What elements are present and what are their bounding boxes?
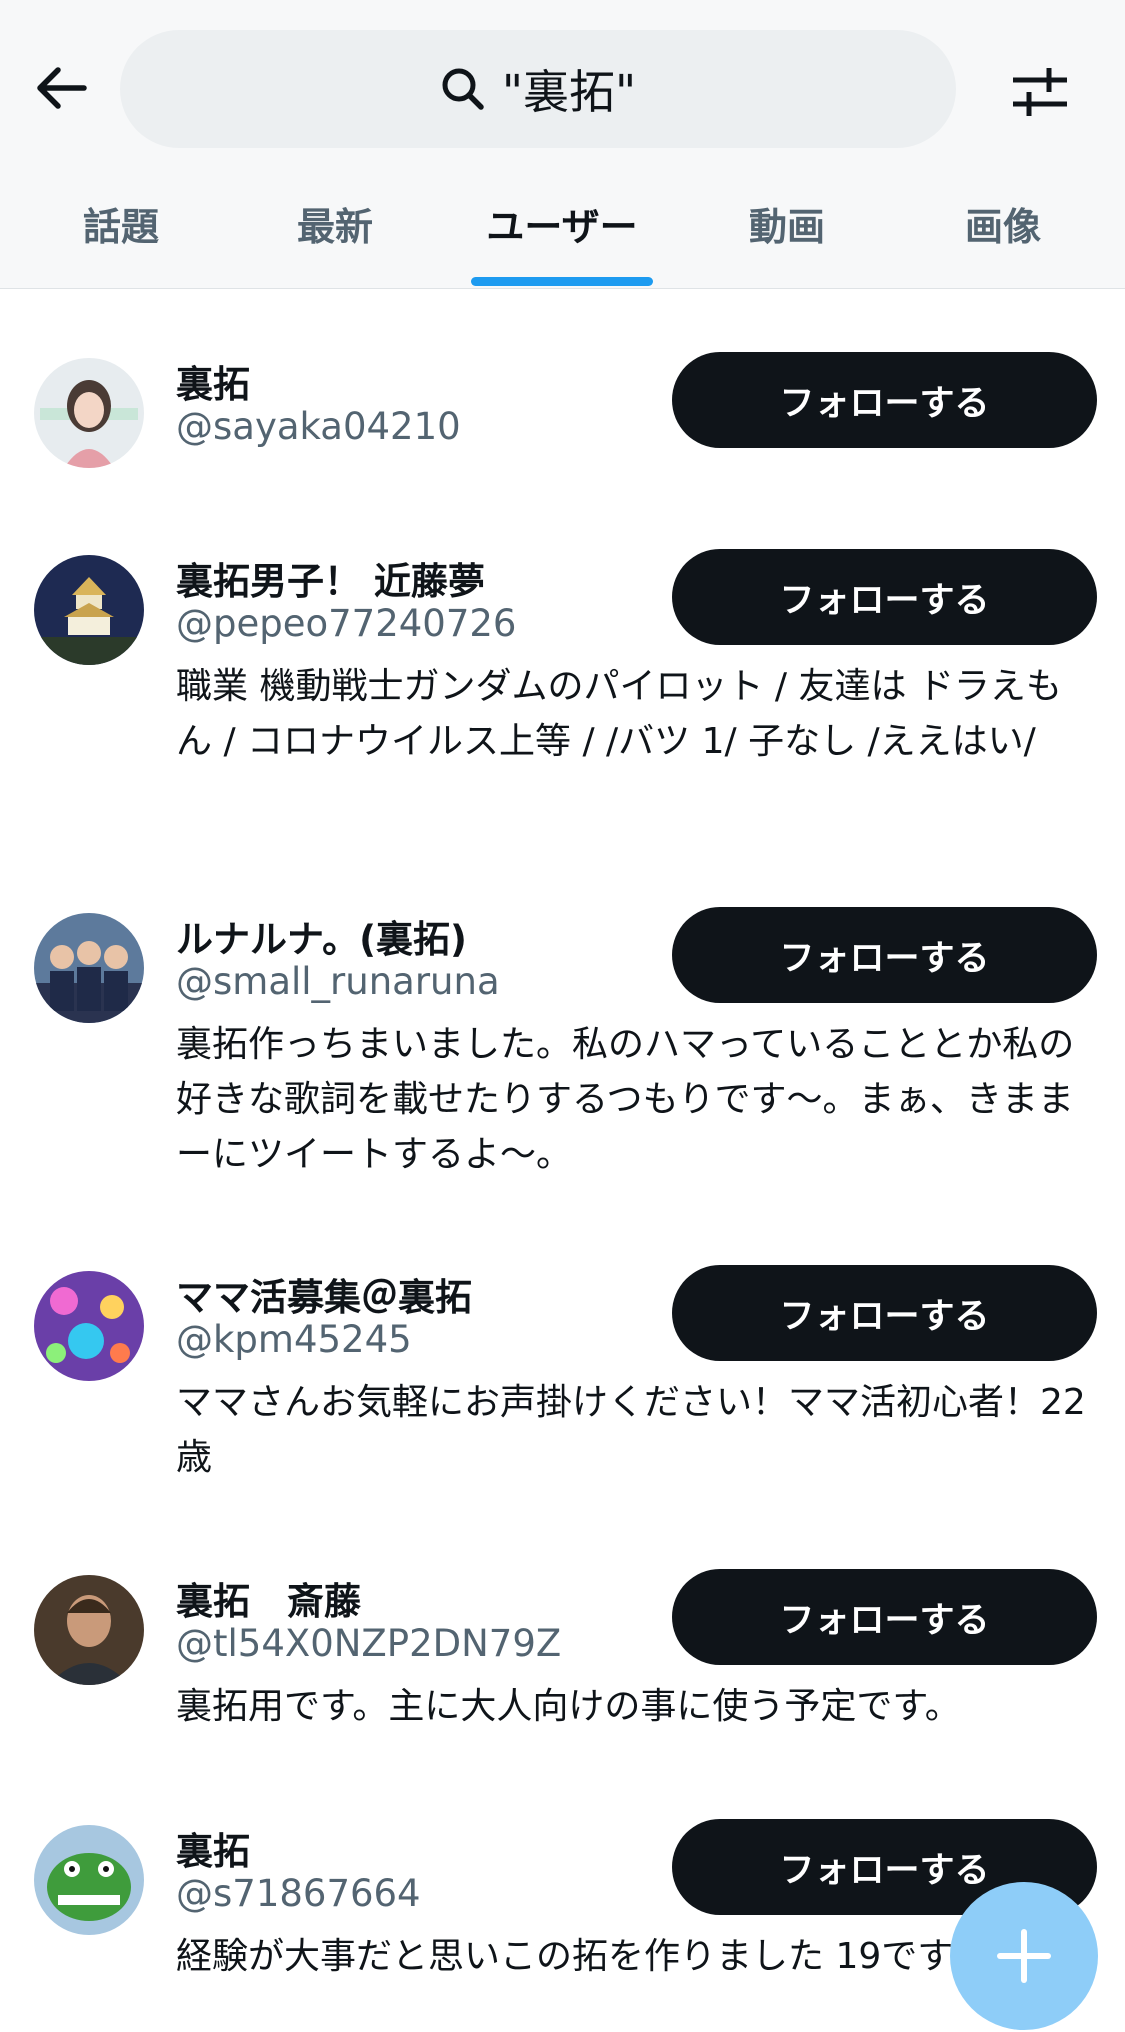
follow-button[interactable]: フォローする [672,907,1097,1003]
search-input[interactable]: "裏拓" [120,30,956,148]
avatar[interactable] [34,358,144,468]
search-header: "裏拓" 話題 最新 ユーザー 動画 画像 [0,0,1125,289]
active-tab-indicator [471,277,653,286]
user-handle: @kpm45245 [176,1318,412,1361]
user-bio: 裏拓作っちまいました。私のハマっていることとか私の好きな歌詞を載せたりするつもり… [176,1024,1075,1175]
user-name: 裏拓 斎藤 [176,1580,361,1623]
user-name: 裏拓男子！ 近藤夢 [176,560,485,603]
user-handle: @s71867664 [176,1872,421,1915]
search-tabs: 話題 最新 ユーザー 動画 画像 [0,180,1125,288]
user-bio: ママさんお気軽にお声掛けください！ママ活初心者！22歳 [176,1382,1086,1478]
arrow-left-icon [37,67,87,109]
user-bio: 職業 機動戦士ガンダムのパイロット / 友達は ドラえもん / コロナウイルス上… [176,666,1062,762]
avatar[interactable] [34,1825,144,1935]
avatar[interactable] [34,1271,144,1381]
user-name: ママ活募集＠裏拓 [176,1276,472,1319]
follow-button[interactable]: フォローする [672,352,1097,448]
follow-button[interactable]: フォローする [672,1569,1097,1665]
avatar[interactable] [34,555,144,665]
sliders-icon [1013,68,1067,116]
user-name: 裏拓 [176,363,250,406]
follow-button[interactable]: フォローする [672,549,1097,645]
back-button[interactable] [24,52,96,124]
compose-button[interactable] [950,1882,1098,2030]
search-icon [442,68,484,110]
follow-button[interactable]: フォローする [672,1265,1097,1361]
user-name: 裏拓 [176,1830,250,1873]
tab-topics[interactable]: 話題 [83,196,159,251]
tab-users[interactable]: ユーザー [486,196,637,251]
user-handle: @small_runaruna [176,960,500,1003]
avatar[interactable] [34,913,144,1023]
tab-videos[interactable]: 動画 [749,196,825,251]
tab-images[interactable]: 画像 [965,196,1041,251]
search-filter-button[interactable] [1000,52,1080,132]
user-bio: 裏拓用です。主に大人向けの事に使う予定です。 [176,1686,961,1727]
search-query: "裏拓" [501,65,637,119]
avatar[interactable] [34,1575,144,1685]
user-handle: @sayaka04210 [176,405,461,448]
plus-icon [997,1929,1051,1983]
user-handle: @pepeo77240726 [176,602,517,645]
tab-latest[interactable]: 最新 [297,196,373,251]
user-handle: @tl54X0NZP2DN79Z [176,1622,562,1665]
user-name: ルナルナ。(裏拓) [176,918,467,961]
